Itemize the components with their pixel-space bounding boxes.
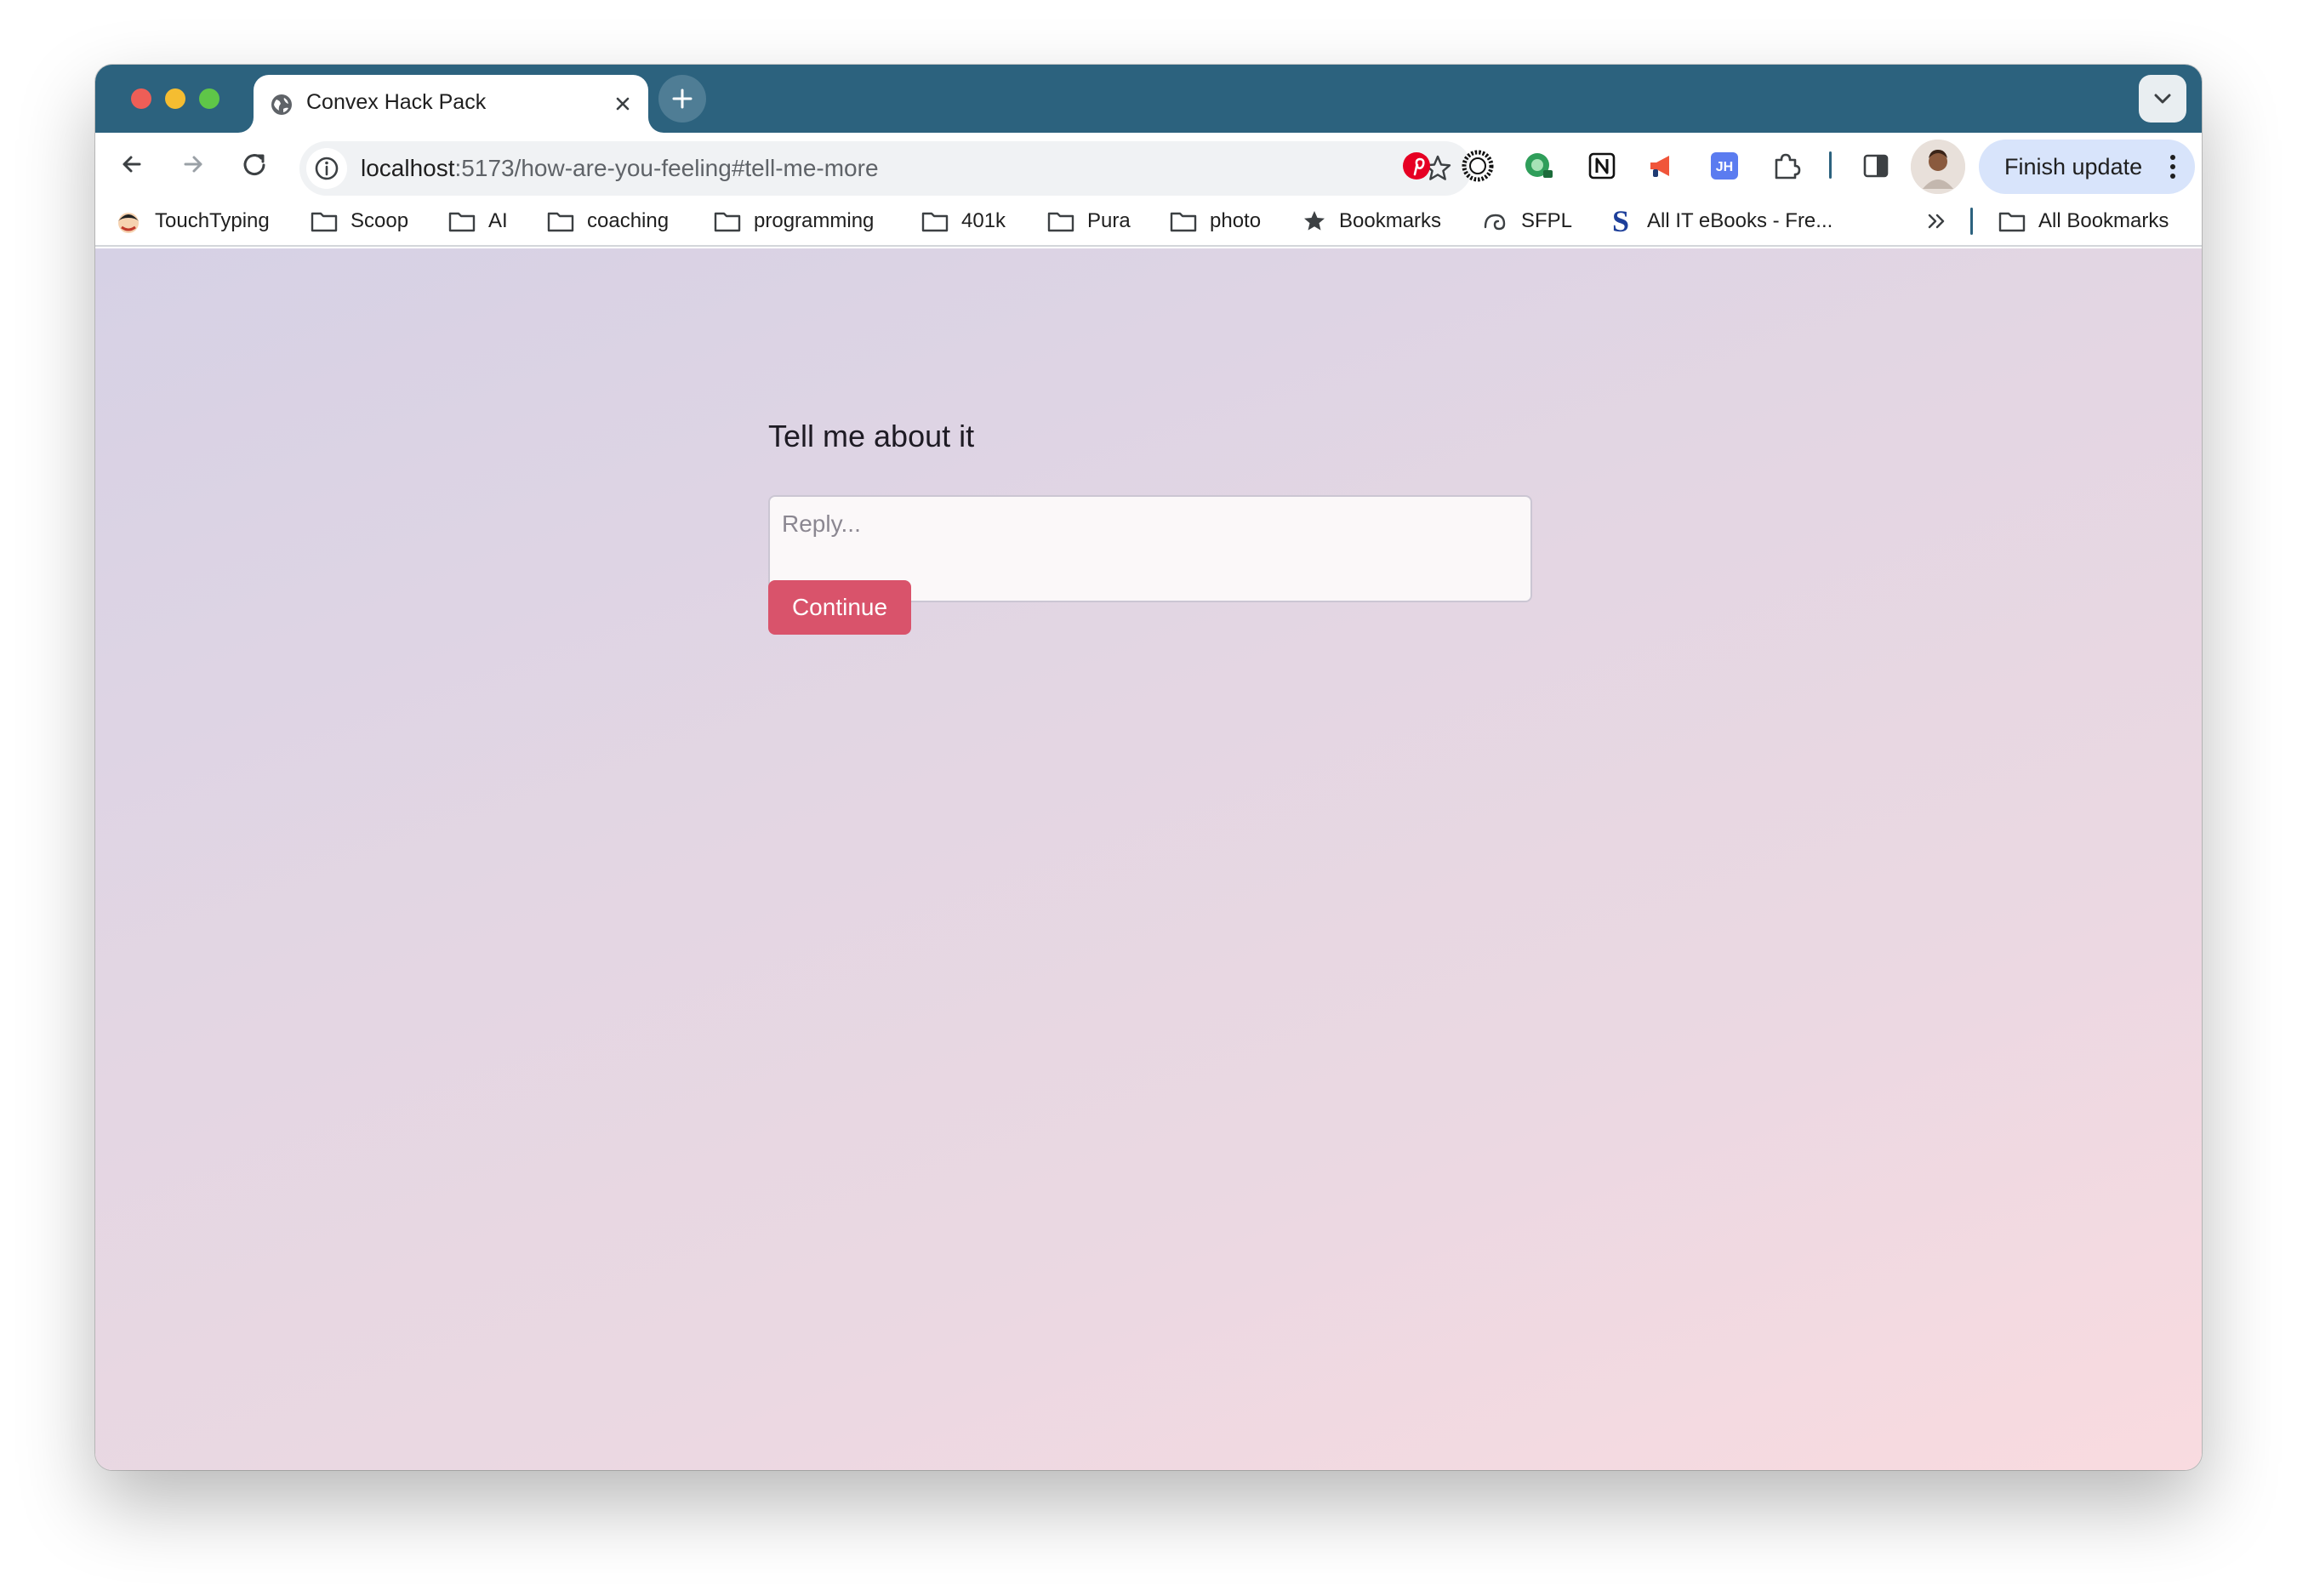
bookmark-label: 401k: [961, 209, 1006, 232]
folder-icon: [921, 212, 949, 232]
bookmark-label: Bookmarks: [1339, 209, 1442, 232]
minimize-window-button[interactable]: [165, 88, 185, 109]
folder-icon: [311, 212, 338, 232]
bookmark-label: coaching: [587, 209, 670, 232]
folder-icon: [547, 212, 574, 232]
zoom-window-button[interactable]: [199, 88, 219, 109]
reload-icon[interactable]: [237, 146, 272, 182]
bookmark-label: All IT eBooks - Fre...: [1647, 209, 1833, 232]
bookmark-folder-photo[interactable]: photo: [1169, 204, 1261, 238]
bookmark-folder-401k[interactable]: 401k: [921, 204, 1006, 238]
back-icon[interactable]: [114, 146, 150, 182]
url-path: :5173/how-are-you-feeling#tell-me-more: [454, 155, 879, 181]
sfpl-icon: [1484, 214, 1506, 231]
megaphone-icon[interactable]: [1645, 150, 1678, 182]
touchtyping-icon: [118, 213, 139, 233]
star-icon: [1304, 211, 1325, 231]
svg-text:S: S: [1612, 207, 1629, 236]
finish-update-label: Finish update: [2004, 154, 2143, 180]
pinterest-icon[interactable]: [1400, 150, 1433, 182]
bookmark-folder-coaching[interactable]: coaching: [546, 204, 669, 238]
profile-avatar[interactable]: [1911, 140, 1965, 194]
toolbar: localhost:5173/how-are-you-feeling#tell-…: [95, 133, 2202, 196]
folder-icon: [1170, 212, 1197, 232]
globe-icon: [271, 94, 292, 115]
forward-icon[interactable]: [175, 146, 211, 182]
continue-button[interactable]: Continue: [768, 580, 911, 635]
s-logo-icon: S: [1612, 207, 1629, 236]
folder-icon: [1047, 212, 1074, 232]
chevron-down-icon: [2154, 94, 2171, 104]
svg-text:JH: JH: [1716, 160, 1733, 174]
bookmark-folder-programming[interactable]: programming: [713, 204, 874, 238]
new-tab-button[interactable]: [658, 75, 706, 123]
more-options-icon[interactable]: [2169, 153, 2176, 180]
folder-icon: [448, 212, 476, 232]
url-text: localhost:5173/how-are-you-feeling#tell-…: [361, 155, 879, 182]
bookmarks-bar: TouchTyping Scoop AI coaching programmin…: [95, 196, 2202, 247]
green-extension-icon[interactable]: [1523, 150, 1555, 182]
folder-icon: [1998, 212, 2026, 232]
bookmark-label: programming: [754, 209, 875, 232]
bookmark-bookmarks[interactable]: Bookmarks: [1302, 204, 1441, 238]
bookmark-label: Pura: [1087, 209, 1131, 232]
more-bookmarks-icon[interactable]: [1923, 208, 1950, 235]
finish-update-button[interactable]: Finish update: [1979, 140, 2195, 194]
bookmark-label: Scoop: [351, 209, 409, 232]
url-host: localhost: [361, 155, 455, 181]
close-tab-icon[interactable]: [613, 94, 633, 114]
tab-title: Convex Hack Pack: [306, 90, 487, 114]
info-icon: [315, 157, 339, 180]
bookmarks-divider: [1970, 208, 1973, 235]
page-heading: Tell me about it: [768, 419, 975, 453]
bookmark-folder-scoop[interactable]: Scoop: [310, 204, 408, 238]
bookmark-label: TouchTyping: [155, 209, 270, 232]
page-content: Tell me about it Continue: [95, 248, 2202, 1470]
site-info-button[interactable]: [306, 148, 347, 189]
avatar-icon: [1911, 140, 1965, 194]
bookmark-all-it-ebooks[interactable]: S All IT eBooks - Fre...: [1606, 204, 1832, 238]
bookmark-folder-pura[interactable]: Pura: [1046, 204, 1131, 238]
jh-icon[interactable]: JH: [1708, 150, 1741, 182]
bookmark-label: SFPL: [1521, 209, 1573, 232]
browser-window: Convex Hack Pack localhost:5173/how-are-…: [95, 65, 2202, 1470]
close-window-button[interactable]: [131, 88, 151, 109]
side-panel-icon[interactable]: [1860, 150, 1892, 182]
puzzle-icon[interactable]: [1770, 150, 1802, 182]
notion-icon[interactable]: [1586, 150, 1618, 182]
all-bookmarks-label: All Bookmarks: [2038, 209, 2169, 232]
bookmark-touchtyping[interactable]: TouchTyping: [114, 204, 270, 238]
sunburst-icon[interactable]: [1462, 150, 1494, 182]
bookmark-folder-ai[interactable]: AI: [447, 204, 508, 238]
tab-convex-hack-pack[interactable]: Convex Hack Pack: [254, 75, 648, 133]
folder-icon: [714, 212, 741, 232]
bookmark-all-bookmarks[interactable]: All Bookmarks: [1998, 204, 2169, 238]
bookmark-label: AI: [488, 209, 508, 232]
bookmark-label: photo: [1210, 209, 1262, 232]
address-bar[interactable]: localhost:5173/how-are-you-feeling#tell-…: [299, 141, 1472, 196]
plus-icon: [672, 88, 693, 109]
toolbar-divider: [1829, 151, 1832, 179]
bookmark-sfpl[interactable]: SFPL: [1480, 204, 1572, 238]
tab-search-button[interactable]: [2139, 75, 2186, 123]
tab-strip: Convex Hack Pack: [95, 65, 2202, 133]
